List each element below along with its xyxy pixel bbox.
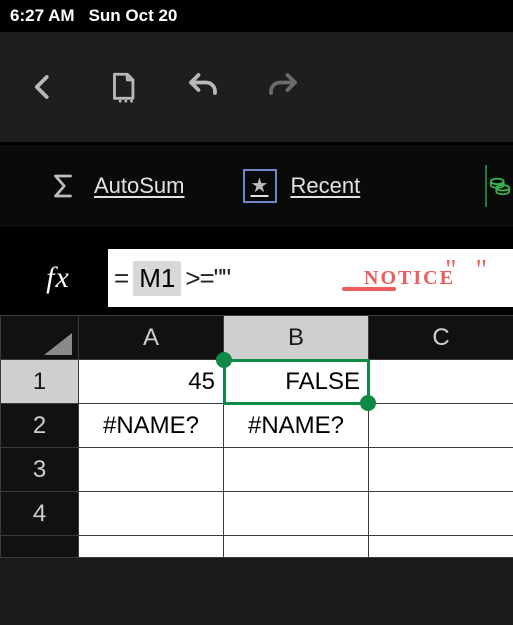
star-icon: ★ — [251, 176, 269, 196]
formula-op: >="" — [185, 263, 230, 294]
cell-b1[interactable]: FALSE — [224, 360, 369, 404]
autosum-label: AutoSum — [94, 173, 185, 199]
select-all-corner[interactable] — [1, 316, 79, 360]
status-bar: 6:27 AM Sun Oct 20 — [0, 0, 513, 32]
formula-eq: = — [114, 263, 129, 294]
row-header-2[interactable]: 2 — [1, 404, 79, 448]
ribbon: AutoSum ★ Recent — [0, 145, 513, 227]
redo-icon[interactable] — [264, 68, 302, 106]
top-toolbar — [0, 32, 513, 142]
cell-b1-value: FALSE — [285, 368, 360, 395]
formula-input[interactable]: = M1 >="" NOTICE " " — [108, 249, 513, 307]
coins-icon — [489, 175, 511, 197]
recent-button[interactable]: ★ Recent — [243, 169, 361, 203]
formula-ref: M1 — [133, 261, 181, 296]
cell-c4[interactable] — [369, 492, 513, 536]
status-time: 6:27 AM — [10, 6, 75, 26]
file-menu-icon[interactable] — [104, 68, 142, 106]
cell-a3[interactable] — [79, 448, 224, 492]
annotation-text: NOTICE — [364, 267, 455, 290]
row-header-3[interactable]: 3 — [1, 448, 79, 492]
cell-b2[interactable]: #NAME? — [224, 404, 369, 448]
undo-icon[interactable] — [184, 68, 222, 106]
status-date: Sun Oct 20 — [89, 6, 178, 26]
cell-c5[interactable] — [369, 536, 513, 558]
cell-a5[interactable] — [79, 536, 224, 558]
col-header-b[interactable]: B — [224, 316, 369, 360]
cell-b4[interactable] — [224, 492, 369, 536]
row-header-4[interactable]: 4 — [1, 492, 79, 536]
cell-b3[interactable] — [224, 448, 369, 492]
annotation-quotes: " " — [445, 255, 493, 287]
spreadsheet-grid[interactable]: A B C 1 45 FALSE 2 #NAME? #NAME? 3 4 — [0, 315, 513, 558]
fx-icon[interactable]: fx — [8, 249, 108, 307]
autosum-button[interactable]: AutoSum — [46, 169, 185, 203]
formula-bar[interactable]: fx = M1 >="" NOTICE " " — [8, 249, 513, 307]
selection-handle-top-left[interactable] — [216, 352, 232, 368]
cell-c3[interactable] — [369, 448, 513, 492]
financial-button-edge[interactable] — [485, 165, 513, 207]
row-header-1[interactable]: 1 — [1, 360, 79, 404]
col-header-c[interactable]: C — [369, 316, 513, 360]
cell-c1[interactable] — [369, 360, 513, 404]
sigma-icon — [46, 169, 80, 203]
cell-a1[interactable]: 45 — [79, 360, 224, 404]
annotation-underline — [342, 287, 396, 291]
recent-box-icon: ★ — [243, 169, 277, 203]
selection-handle-bottom-right[interactable] — [360, 395, 376, 411]
back-icon[interactable] — [24, 68, 62, 106]
cell-a2[interactable]: #NAME? — [79, 404, 224, 448]
cell-a4[interactable] — [79, 492, 224, 536]
col-header-a[interactable]: A — [79, 316, 224, 360]
cell-c2[interactable] — [369, 404, 513, 448]
cell-b5[interactable] — [224, 536, 369, 558]
row-header-5[interactable] — [1, 536, 79, 558]
recent-label: Recent — [291, 173, 361, 199]
